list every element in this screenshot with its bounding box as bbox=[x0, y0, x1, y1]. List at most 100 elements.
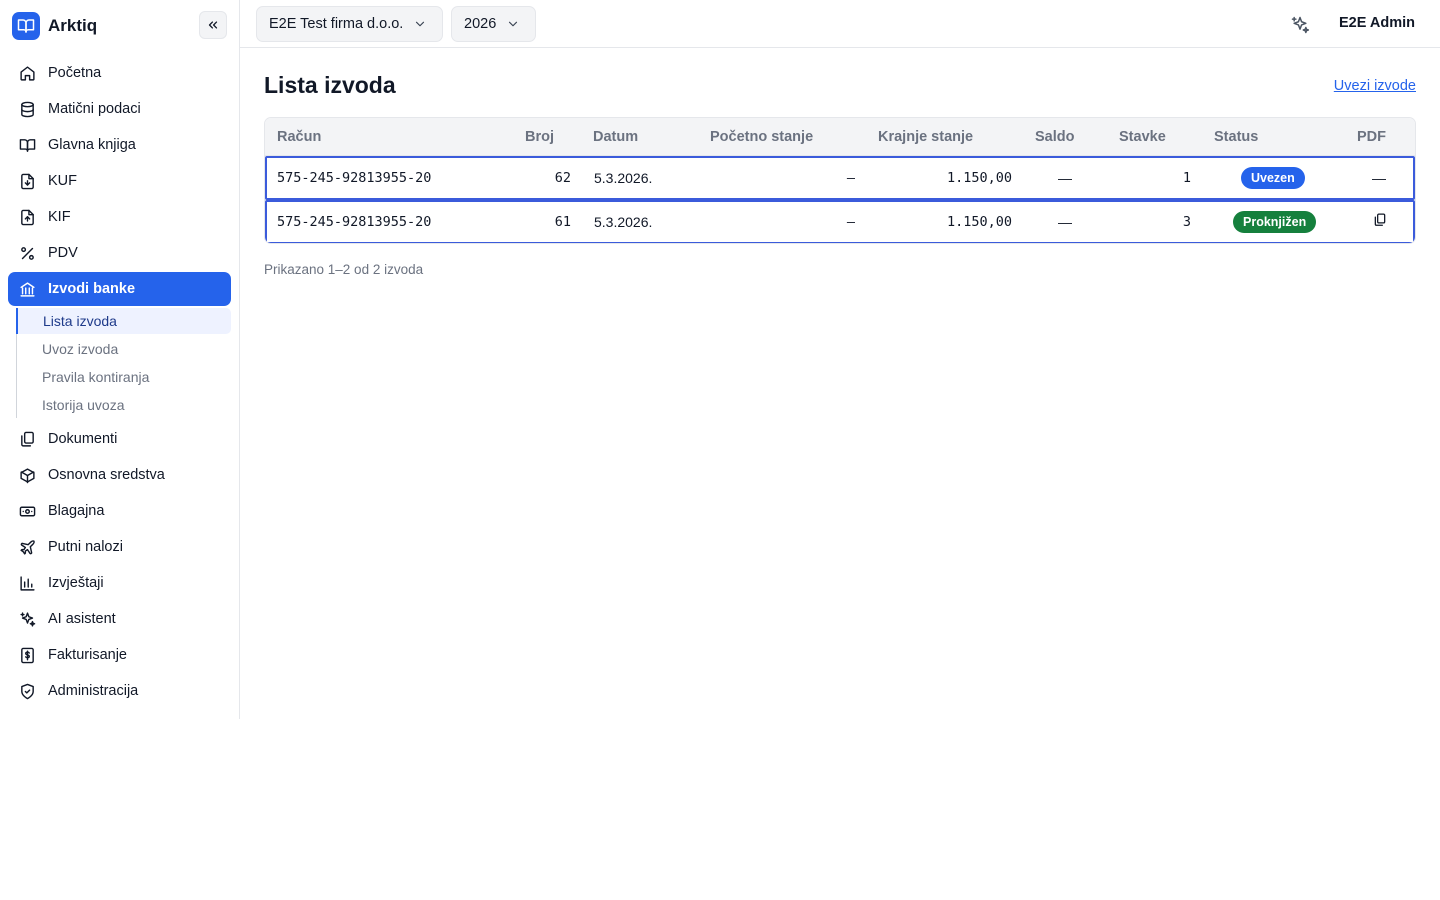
sidebar-item-label: Izvodi banke bbox=[48, 281, 136, 297]
subnav-item-uvoz-izvoda[interactable]: Uvoz izvoda bbox=[16, 336, 231, 362]
sidebar: Arktiq Početna Matični podaci Glavna knj… bbox=[0, 0, 240, 719]
bank-icon bbox=[20, 281, 35, 297]
sidebar-item-maticni-podaci[interactable]: Matični podaci bbox=[8, 92, 231, 126]
brand[interactable]: Arktiq bbox=[12, 12, 97, 40]
cell-pocetno-stanje: — bbox=[846, 214, 855, 230]
sidebar-item-label: Administracija bbox=[48, 683, 139, 699]
sidebar-item-label: Glavna knjiga bbox=[48, 137, 136, 153]
sidebar-item-administracija[interactable]: Administracija bbox=[8, 674, 231, 708]
cell-broj: 62 bbox=[554, 170, 571, 186]
box-icon bbox=[20, 467, 35, 483]
cell-stavke: 3 bbox=[1182, 214, 1191, 230]
cell-broj: 61 bbox=[554, 214, 571, 230]
column-header-status[interactable]: Status bbox=[1214, 129, 1258, 145]
page-title: Lista izvoda bbox=[264, 72, 396, 98]
sidebar-item-kuf[interactable]: KUF bbox=[8, 164, 231, 198]
pagination-summary: Prikazano 1–2 od 2 izvoda bbox=[264, 262, 424, 277]
cell-saldo: — bbox=[1058, 214, 1072, 230]
database-icon bbox=[21, 101, 34, 117]
sidebar-item-label: Dokumenti bbox=[48, 431, 118, 447]
year-selector-value: 2026 bbox=[464, 16, 497, 32]
home-icon bbox=[20, 65, 35, 81]
percent-icon bbox=[21, 246, 34, 260]
status-badge: Uvezen bbox=[1241, 167, 1305, 189]
sidebar-item-pdv[interactable]: PDV bbox=[8, 236, 231, 270]
sidebar-item-label: Blagajna bbox=[48, 503, 105, 519]
sidebar-item-label: Putni nalozi bbox=[48, 539, 123, 555]
cell-krajnje-stanje: 1.150,00 bbox=[946, 214, 1012, 230]
cell-racun: 575-245-92813955-20 bbox=[277, 214, 432, 230]
collapse-sidebar-button[interactable] bbox=[199, 11, 227, 39]
documents-icon bbox=[21, 431, 34, 447]
sidebar-nav: Početna Matični podaci Glavna knjiga KUF… bbox=[8, 56, 231, 710]
statements-table: Račun Broj Datum Početno stanje Krajnje … bbox=[264, 117, 1416, 244]
sidebar-item-label: AI asistent bbox=[48, 611, 116, 627]
sidebar-item-glavna-knjiga[interactable]: Glavna knjiga bbox=[8, 128, 231, 162]
subnav-item-pravila-kontiranja[interactable]: Pravila kontiranja bbox=[16, 364, 231, 390]
sidebar-item-osnovna-sredstva[interactable]: Osnovna sredstva bbox=[8, 458, 231, 492]
table-row[interactable]: 575-245-92813955-20 62 5.3.2026. — 1.150… bbox=[265, 156, 1415, 200]
sidebar-item-label: Matični podaci bbox=[48, 101, 141, 117]
sidebar-item-izvjestaji[interactable]: Izvještaji bbox=[8, 566, 231, 600]
subnav-item-lista-izvoda[interactable]: Lista izvoda bbox=[16, 308, 231, 334]
bar-chart-icon bbox=[20, 575, 35, 591]
cell-stavke: 1 bbox=[1182, 170, 1191, 186]
file-out-icon bbox=[21, 209, 34, 225]
company-selector-value: E2E Test firma d.o.o. bbox=[269, 16, 404, 32]
ai-assistant-button[interactable] bbox=[1288, 13, 1312, 37]
book-icon bbox=[19, 138, 36, 152]
cell-krajnje-stanje: 1.150,00 bbox=[946, 170, 1012, 186]
subnav-item-istorija-uvoza[interactable]: Istorija uvoza bbox=[16, 392, 231, 418]
book-open-icon bbox=[12, 12, 40, 40]
sidebar-item-label: Izvještaji bbox=[48, 575, 104, 591]
cell-pocetno-stanje: — bbox=[846, 170, 855, 186]
file-in-icon bbox=[21, 173, 34, 189]
column-header-pdf: PDF bbox=[1357, 129, 1386, 145]
column-header-krajnje-stanje[interactable]: Krajnje stanje bbox=[878, 129, 973, 145]
sidebar-item-dokumenti[interactable]: Dokumenti bbox=[8, 422, 231, 456]
column-header-saldo[interactable]: Saldo bbox=[1035, 129, 1074, 145]
column-header-racun[interactable]: Račun bbox=[277, 129, 321, 145]
cell-saldo: — bbox=[1058, 170, 1072, 186]
sidebar-item-label: KIF bbox=[48, 209, 71, 225]
year-selector[interactable]: 2026 bbox=[451, 6, 536, 42]
sidebar-item-blagajna[interactable]: Blagajna bbox=[8, 494, 231, 528]
sidebar-item-label: Fakturisanje bbox=[48, 647, 127, 663]
shield-icon bbox=[21, 683, 34, 699]
sidebar-item-label: Početna bbox=[48, 65, 102, 81]
sidebar-item-putni-nalozi[interactable]: Putni nalozi bbox=[8, 530, 231, 564]
column-header-stavke[interactable]: Stavke bbox=[1119, 129, 1166, 145]
brand-name: Arktiq bbox=[48, 16, 98, 35]
sidebar-item-label: PDV bbox=[48, 245, 78, 261]
column-header-datum[interactable]: Datum bbox=[593, 129, 638, 145]
sparkle-icon bbox=[20, 611, 36, 627]
user-menu[interactable]: E2E Admin bbox=[1339, 15, 1415, 31]
import-statements-link[interactable]: Uvezi izvode bbox=[1334, 78, 1416, 94]
invoice-icon bbox=[21, 647, 34, 663]
table-row[interactable]: 575-245-92813955-20 61 5.3.2026. — 1.150… bbox=[265, 200, 1415, 243]
topbar: E2E Test firma d.o.o. 2026 E2E Admin bbox=[240, 0, 1440, 48]
company-selector[interactable]: E2E Test firma d.o.o. bbox=[256, 6, 443, 42]
cell-racun: 575-245-92813955-20 bbox=[277, 170, 432, 186]
chevron-down-icon bbox=[509, 21, 518, 27]
status-badge: Proknjižen bbox=[1233, 211, 1317, 233]
sidebar-item-izvodi-banke[interactable]: Izvodi banke bbox=[8, 272, 231, 306]
sparkle-icon bbox=[1291, 16, 1310, 34]
cash-icon bbox=[19, 506, 36, 516]
plane-icon bbox=[20, 539, 35, 555]
sidebar-item-label: KUF bbox=[48, 173, 77, 189]
sidebar-item-label: Osnovna sredstva bbox=[48, 467, 165, 483]
izvodi-subnav: Lista izvoda Uvoz izvoda Pravila kontira… bbox=[16, 308, 231, 418]
cell-datum: 5.3.2026. bbox=[594, 214, 653, 230]
sidebar-item-kif[interactable]: KIF bbox=[8, 200, 231, 234]
cell-datum: 5.3.2026. bbox=[594, 170, 653, 186]
chevrons-left-icon bbox=[208, 21, 218, 29]
sidebar-item-ai-asistent[interactable]: AI asistent bbox=[8, 602, 231, 636]
column-header-broj[interactable]: Broj bbox=[525, 129, 554, 145]
cell-pdf: — bbox=[1372, 170, 1386, 186]
copy-icon[interactable] bbox=[1373, 213, 1387, 230]
table-header: Račun Broj Datum Početno stanje Krajnje … bbox=[265, 118, 1415, 156]
sidebar-item-pocetna[interactable]: Početna bbox=[8, 56, 231, 90]
column-header-pocetno-stanje[interactable]: Početno stanje bbox=[710, 129, 813, 145]
sidebar-item-fakturisanje[interactable]: Fakturisanje bbox=[8, 638, 231, 672]
